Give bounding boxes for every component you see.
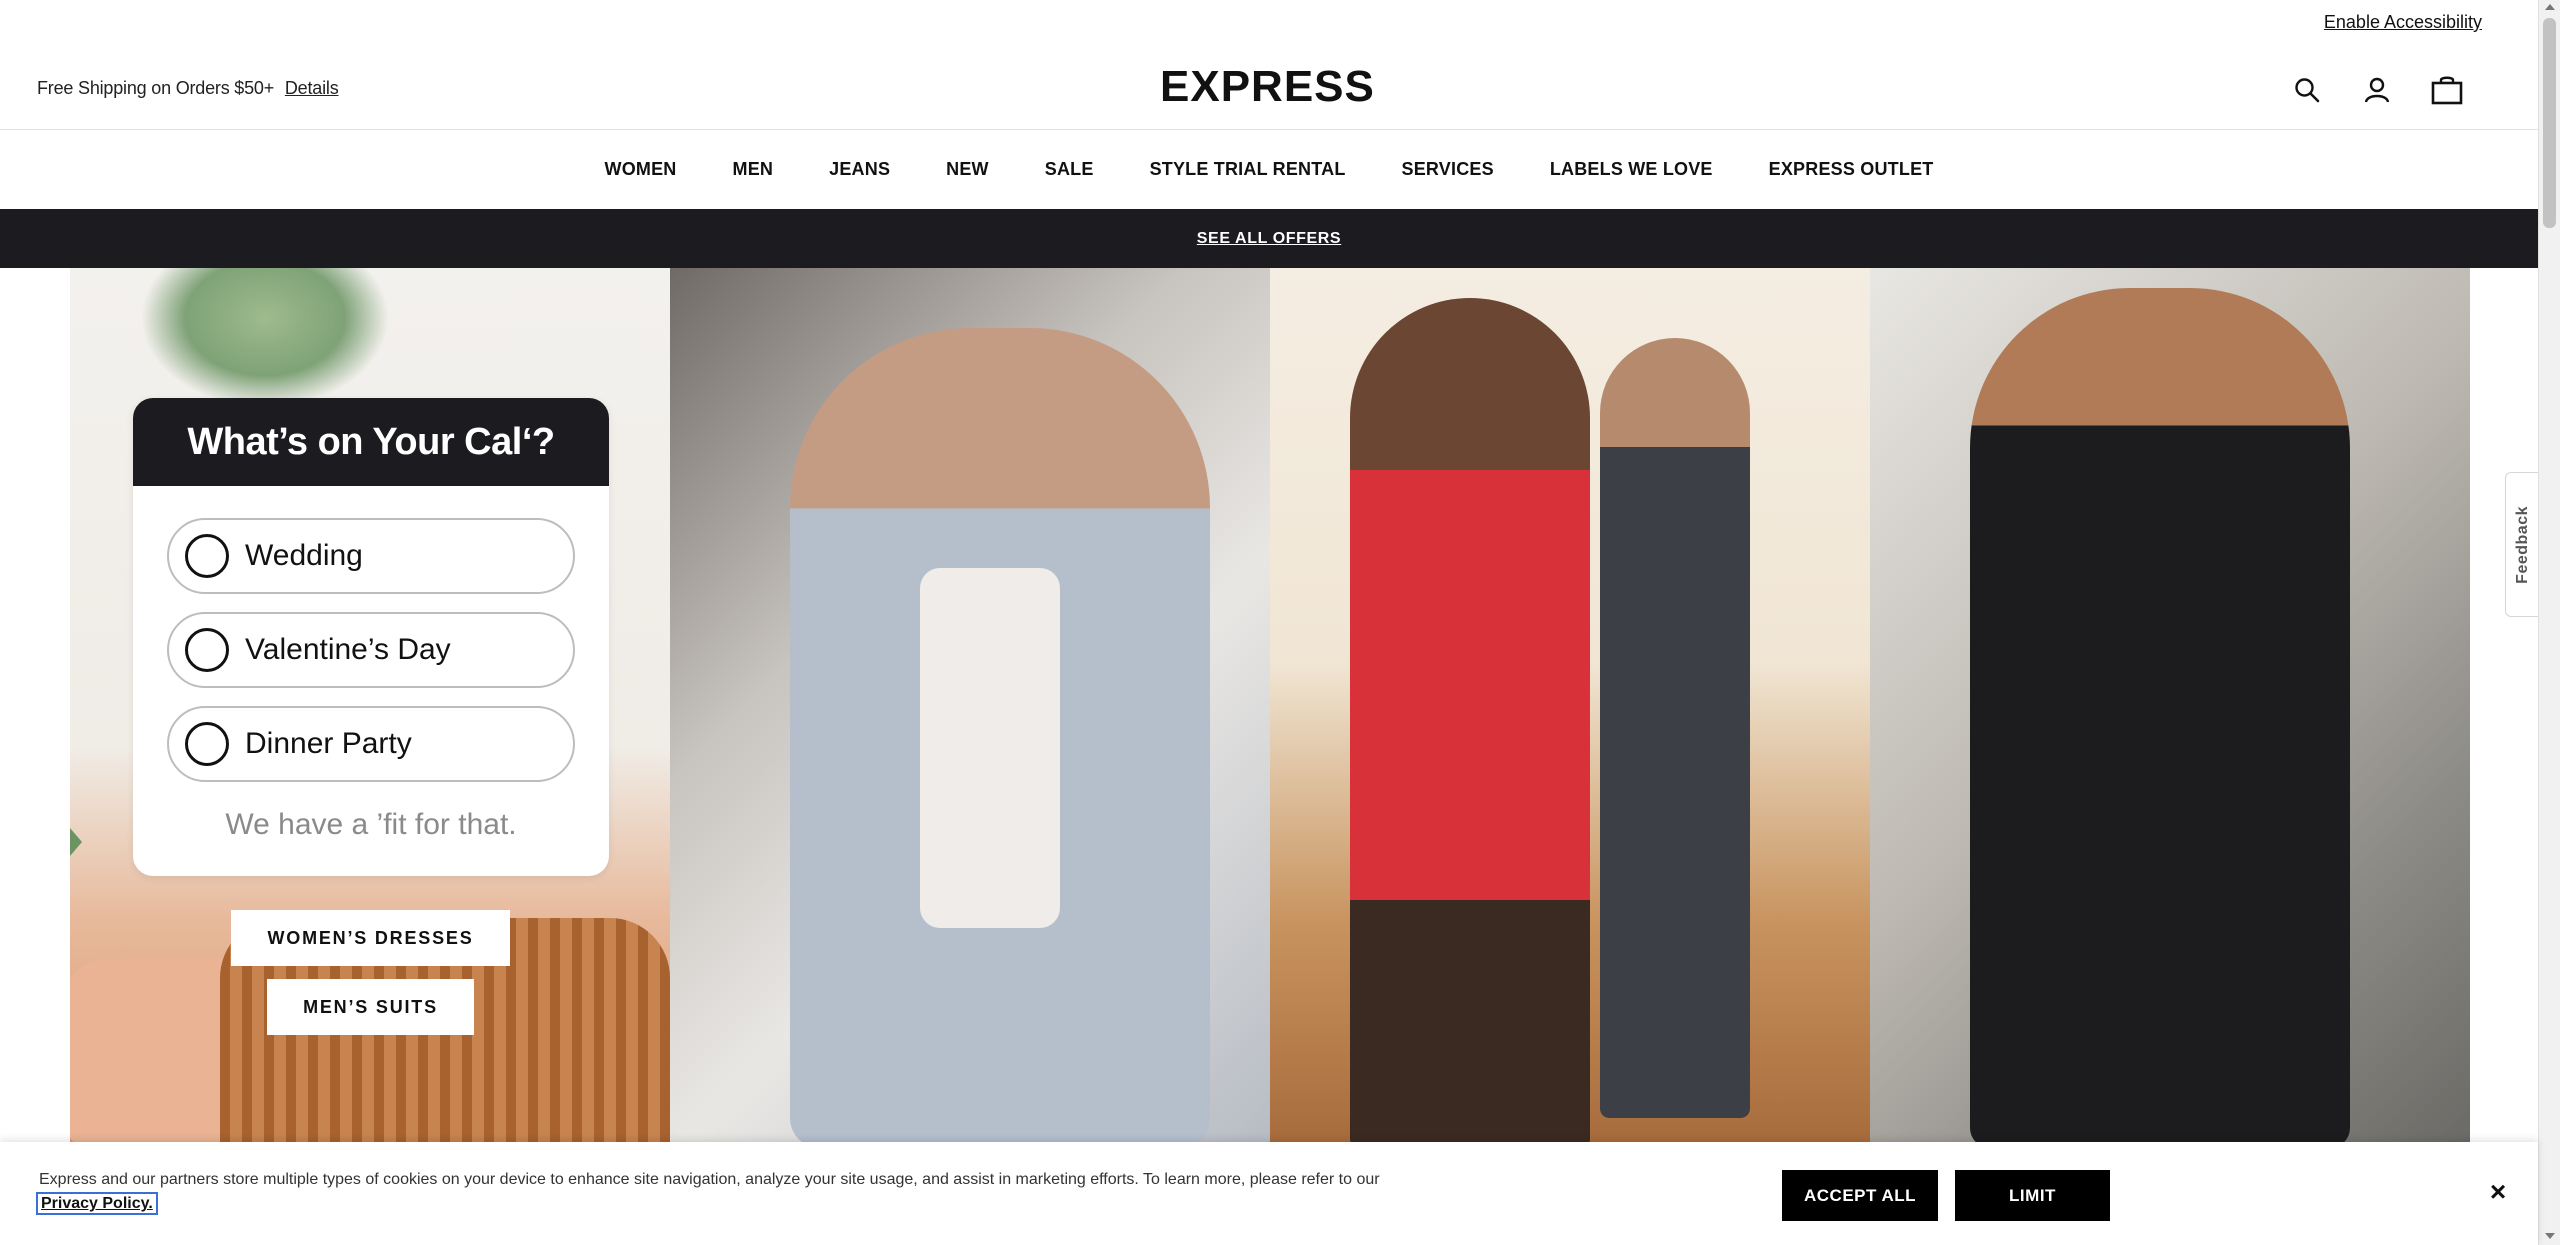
man-in-dark-suit-image [1600, 338, 1750, 1118]
mens-suits-button[interactable]: MEN’S SUITS [267, 979, 474, 1035]
option-label: Dinner Party [245, 727, 412, 760]
card-header: What’s on Your Cal‘? [133, 398, 609, 486]
privacy-policy-link[interactable]: Privacy Policy. [36, 1192, 158, 1215]
search-icon[interactable] [2291, 74, 2323, 106]
scroll-thumb[interactable] [2543, 18, 2556, 228]
radio-icon [185, 534, 229, 578]
hero-panel-2[interactable] [670, 268, 1270, 1142]
radio-icon [185, 722, 229, 766]
enable-accessibility-link[interactable]: Enable Accessibility [2324, 12, 2482, 33]
card-title: What’s on Your Cal‘? [187, 420, 555, 463]
limit-button[interactable]: LIMIT [1955, 1170, 2110, 1221]
header: Enable Accessibility Free Shipping on Or… [0, 0, 2538, 130]
nav-express-outlet[interactable]: EXPRESS OUTLET [1769, 159, 1934, 180]
scroll-down-icon[interactable] [2545, 1233, 2555, 1239]
nav-men[interactable]: MEN [733, 159, 774, 180]
shirt-image [920, 568, 1060, 928]
radio-icon [185, 628, 229, 672]
nav-style-trial-rental[interactable]: STYLE TRIAL RENTAL [1150, 159, 1346, 180]
hero-panel-4[interactable] [1870, 268, 2470, 1142]
header-icons [2291, 74, 2463, 106]
nav-women[interactable]: WOMEN [605, 159, 677, 180]
shipping-details-link[interactable]: Details [285, 78, 339, 98]
cookie-text-block: Express and our partners store multiple … [36, 1168, 1399, 1216]
shipping-text: Free Shipping on Orders $50+ [37, 78, 275, 98]
nav-new[interactable]: NEW [946, 159, 989, 180]
account-icon[interactable] [2361, 74, 2393, 106]
option-label: Wedding [245, 539, 363, 572]
option-valentines-day[interactable]: Valentine’s Day [167, 612, 575, 688]
accept-all-button[interactable]: ACCEPT ALL [1782, 1170, 1938, 1221]
scroll-up-icon[interactable] [2545, 4, 2555, 10]
nav-sale[interactable]: SALE [1045, 159, 1094, 180]
page-scrollbar[interactable] [2538, 0, 2560, 1245]
offers-bar: SEE ALL OFFERS [0, 209, 2538, 268]
express-logo[interactable]: EXPRESS [1160, 62, 1375, 112]
hero-panel-1: What’s on Your Cal‘? Wedding Valentine’s… [70, 268, 670, 1142]
plant-leaf-image [140, 268, 390, 408]
close-icon[interactable]: × [2484, 1176, 2512, 1207]
feedback-tab[interactable]: Feedback [2505, 472, 2539, 617]
main-nav: WOMEN MEN JEANS NEW SALE STYLE TRIAL REN… [0, 130, 2538, 209]
nav-labels-we-love[interactable]: LABELS WE LOVE [1550, 159, 1713, 180]
shipping-promo: Free Shipping on Orders $50+ Details [37, 78, 339, 99]
carousel-prev-icon[interactable] [70, 828, 82, 856]
calendar-card: What’s on Your Cal‘? Wedding Valentine’s… [133, 398, 609, 876]
woman-in-red-dress-image [1350, 298, 1590, 1142]
cookie-text: Express and our partners store multiple … [39, 1171, 1380, 1188]
card-tagline: We have a ’fit for that. [225, 808, 517, 841]
cookie-banner: Express and our partners store multiple … [0, 1142, 2538, 1245]
woman-in-black-dress-image [1970, 288, 2350, 1142]
womens-dresses-button[interactable]: WOMEN’S DRESSES [231, 910, 510, 966]
see-all-offers-link[interactable]: SEE ALL OFFERS [1197, 230, 1341, 248]
hero-panel-3[interactable] [1270, 268, 1870, 1142]
option-wedding[interactable]: Wedding [167, 518, 575, 594]
page: Enable Accessibility Free Shipping on Or… [0, 0, 2560, 1245]
option-dinner-party[interactable]: Dinner Party [167, 706, 575, 782]
nav-jeans[interactable]: JEANS [829, 159, 890, 180]
bag-icon[interactable] [2431, 74, 2463, 106]
option-label: Valentine’s Day [245, 633, 451, 666]
hero-banner: What’s on Your Cal‘? Wedding Valentine’s… [70, 268, 2470, 1142]
feedback-label: Feedback [2513, 505, 2531, 584]
nav-services[interactable]: SERVICES [1402, 159, 1494, 180]
